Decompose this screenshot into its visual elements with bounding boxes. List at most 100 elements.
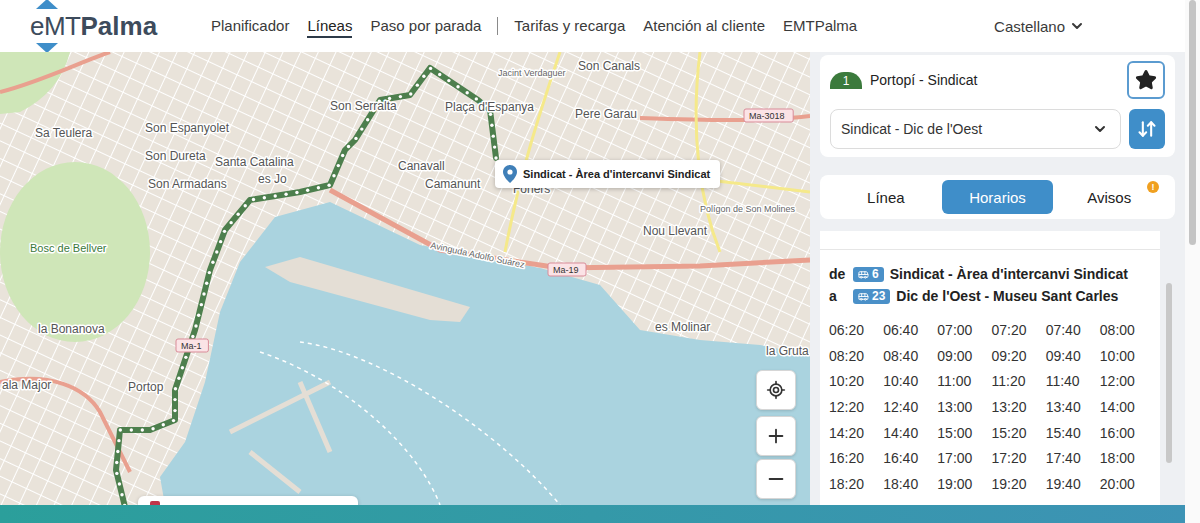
locate-button[interactable] [756,370,796,410]
nav-link[interactable]: Líneas [307,14,352,38]
main-nav: Planificador Líneas Paso por parada Tarifas… [211,14,857,38]
departure-time: 14:40 [883,425,937,442]
star-icon [1135,69,1157,91]
nav-link[interactable]: Tarifas y recarga [514,14,625,38]
route-stop-dot [360,127,363,130]
footer-bar [0,505,1185,523]
route-stop-dot [118,482,121,485]
schedule-stop: a23Dic de l'Oest - Museu Sant Carles [829,285,1151,307]
nav-separator [497,17,498,35]
map[interactable]: Son SerraltaSon EspanyoletSa TeuleraSon … [0,52,810,505]
map-controls [756,370,796,499]
map-canvas[interactable]: Son SerraltaSon EspanyoletSa TeuleraSon … [0,52,810,505]
logo[interactable]: eMTPalma [30,11,185,42]
schedule-card: de6Sindicat - Àrea d'intercanvi Sindicat… [820,231,1160,505]
nav-link[interactable]: EMTPalma [783,14,857,38]
departure-time: 17:00 [937,450,991,467]
stop-number-badge: 23 [853,289,890,304]
departure-time: 09:20 [992,348,1046,365]
route-stop-dot [244,204,247,207]
route-stop-dot [337,164,340,167]
tab-bar: LíneaHorariosAvisos! [820,175,1175,219]
nav-link[interactable]: Paso por parada [370,14,481,38]
road [0,379,130,472]
popup-mark [150,501,160,505]
departure-time: 09:40 [1046,348,1100,365]
nav-link[interactable]: Atención al cliente [643,14,765,38]
zoom-in-button[interactable] [756,416,796,456]
favorite-button[interactable] [1127,61,1165,99]
route-stop-dot [115,461,118,464]
route-stop-dot [202,292,205,295]
route-stop-dot [215,250,218,253]
departure-time: 10:00 [1100,348,1154,365]
route-stop-dot [173,398,176,401]
nav-link[interactable]: Planificador [211,14,289,38]
tab[interactable]: Avisos! [1053,180,1165,214]
departure-time: 07:00 [937,322,991,339]
stop-number-badge: 6 [853,267,884,282]
main: eMTPalma Planificador Líneas Paso por parad… [0,0,1185,523]
stop-name: Dic de l'Oest - Museu Sant Carles [896,285,1118,307]
map-label: es Molinar [655,320,710,334]
route-stop-dot [327,184,330,187]
departure-time: 11:40 [1046,373,1100,390]
departure-time: 16:00 [1100,425,1154,442]
route-stop-dot [447,79,450,82]
route-stop-dot [438,73,441,76]
times-grid: 06:2006:4007:0007:2007:4008:0008:2008:40… [820,307,1160,503]
route-stop-dot [173,409,176,412]
route-stop-dot [205,282,208,285]
line-name: Portopí - Sindicat [870,72,977,88]
departure-time: 16:20 [829,450,883,467]
language-select[interactable]: Castellano [994,18,1085,35]
bus-icon [858,291,869,302]
route-stop-dot [223,230,226,233]
route-stop-dot [306,189,309,192]
departure-time: 18:00 [1100,450,1154,467]
departure-time: 15:20 [992,425,1046,442]
route-stop-dot [120,493,123,496]
route-stop-dot [181,366,184,369]
route-stop-dot [465,91,468,94]
map-label: Portop [128,380,164,394]
departure-time: 09:00 [937,348,991,365]
tab[interactable]: Línea [830,180,942,214]
page-scrollbar[interactable] [1185,0,1200,523]
route-stop-dot [456,85,459,88]
language-label: Castellano [994,18,1065,35]
departure-time: 06:20 [829,322,883,339]
departure-time: 16:40 [883,450,937,467]
direction-select[interactable]: Sindicat - Dic de l'Oest [830,109,1121,149]
ferry-line [300,342,560,505]
zoom-out-button[interactable] [756,459,796,499]
svg-text:Ma-3018: Ma-3018 [749,111,785,121]
tab[interactable]: Horarios [942,180,1054,214]
schedule-scrollbar[interactable] [1163,231,1175,505]
departure-time: 10:40 [883,373,937,390]
direction-value: Sindicat - Dic de l'Oest [841,121,982,137]
direction-row: Sindicat - Dic de l'Oest [830,109,1165,149]
stop-tooltip[interactable]: Sindicat - Àrea d'intercanvi Sindicat [495,160,720,188]
departure-time: 10:20 [829,373,883,390]
line-card: 1Portopí - SindicatSindicat - Dic de l'O… [820,55,1175,157]
route-stop-dot [274,194,277,197]
schedule-stop: de6Sindicat - Àrea d'intercanvi Sindicat [829,263,1151,285]
svg-text:Ma-1: Ma-1 [181,341,202,351]
route-stop-dot [117,439,120,442]
scrollbar-thumb[interactable] [1189,0,1196,245]
route-stop-dot [422,75,425,78]
page: eMTPalma Planificador Líneas Paso por parad… [0,0,1200,523]
swap-direction-button[interactable] [1129,109,1165,149]
scrollbar-thumb[interactable] [1166,283,1172,463]
logo-name: Palma [81,11,158,42]
map-label: Pere Garau [575,107,637,121]
ferry-line [260,352,440,505]
departure-time: 08:00 [1100,322,1154,339]
departure-time: 17:20 [992,450,1046,467]
route-stop-dot [219,240,222,243]
route-stop-dot [123,504,126,505]
nav-group: Planificador Líneas Paso por parada [211,14,481,38]
route-stop-dot [174,387,177,390]
departure-time: 08:20 [829,348,883,365]
